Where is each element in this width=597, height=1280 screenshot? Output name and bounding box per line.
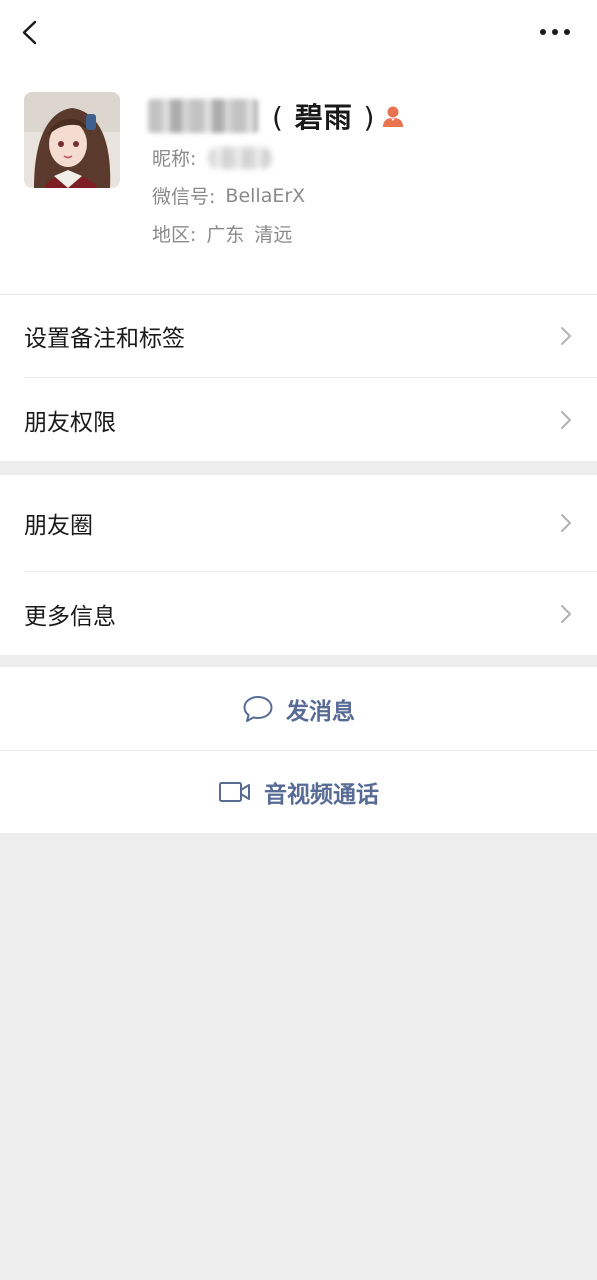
- nickname-line: 昵称:: [152, 144, 273, 171]
- blurred-nickname: [208, 146, 273, 169]
- chevron-right-icon: [561, 327, 571, 345]
- menu-item-friend-permissions[interactable]: 朋友权限: [0, 378, 597, 461]
- wechat-id-line: 微信号: BellaErX: [152, 182, 305, 209]
- profile-header: ( 碧雨 ) 昵称: 微信号: BellaErX 地区: 广东 清远: [0, 0, 597, 294]
- back-arrow-icon[interactable]: [14, 14, 50, 50]
- remark-name: ( 碧雨 ): [272, 96, 375, 136]
- name-row: ( 碧雨 ): [148, 94, 405, 138]
- blurred-display-name: [148, 99, 258, 133]
- video-call-label: 音视频通话: [264, 781, 379, 808]
- nav-bar: [0, 0, 597, 64]
- nickname-label: 昵称:: [152, 148, 197, 170]
- avatar[interactable]: [24, 92, 120, 188]
- region-label: 地区:: [152, 224, 197, 246]
- person-icon: [383, 106, 404, 127]
- menu-item-label: 朋友权限: [24, 409, 116, 436]
- chevron-right-icon: [561, 410, 571, 429]
- menu-item-remark-tags[interactable]: 设置备注和标签: [0, 295, 597, 377]
- menu-item-label: 设置备注和标签: [24, 326, 185, 352]
- send-message-label: 发消息: [286, 698, 355, 725]
- chevron-right-icon: [561, 514, 571, 532]
- wechat-id-value: BellaErX: [225, 184, 306, 207]
- video-camera-icon: [219, 781, 250, 802]
- chevron-right-icon: [561, 604, 571, 623]
- send-message-button[interactable]: 发消息: [0, 667, 597, 750]
- chat-bubble-icon: [243, 695, 273, 722]
- menu-item-more-info[interactable]: 更多信息: [0, 572, 597, 655]
- action-group: 发消息 音视频通话: [0, 667, 597, 833]
- menu-item-label: 朋友圈: [24, 513, 93, 539]
- remark-close-paren: ): [363, 101, 376, 134]
- more-dots-icon[interactable]: [535, 18, 575, 46]
- remark-text: 碧雨: [294, 101, 353, 134]
- menu-group-settings: 设置备注和标签 朋友权限: [0, 295, 597, 461]
- menu-group-info: 朋友圈 更多信息: [0, 475, 597, 655]
- wechat-id-label: 微信号:: [152, 186, 216, 208]
- video-call-button[interactable]: 音视频通话: [0, 750, 597, 833]
- region-province: 广东: [206, 224, 245, 246]
- remark-open-paren: (: [272, 101, 284, 134]
- menu-item-label: 更多信息: [24, 603, 116, 630]
- menu-item-moments[interactable]: 朋友圈: [0, 475, 597, 571]
- region-city: 清远: [254, 224, 293, 246]
- region-line: 地区: 广东 清远: [152, 220, 292, 247]
